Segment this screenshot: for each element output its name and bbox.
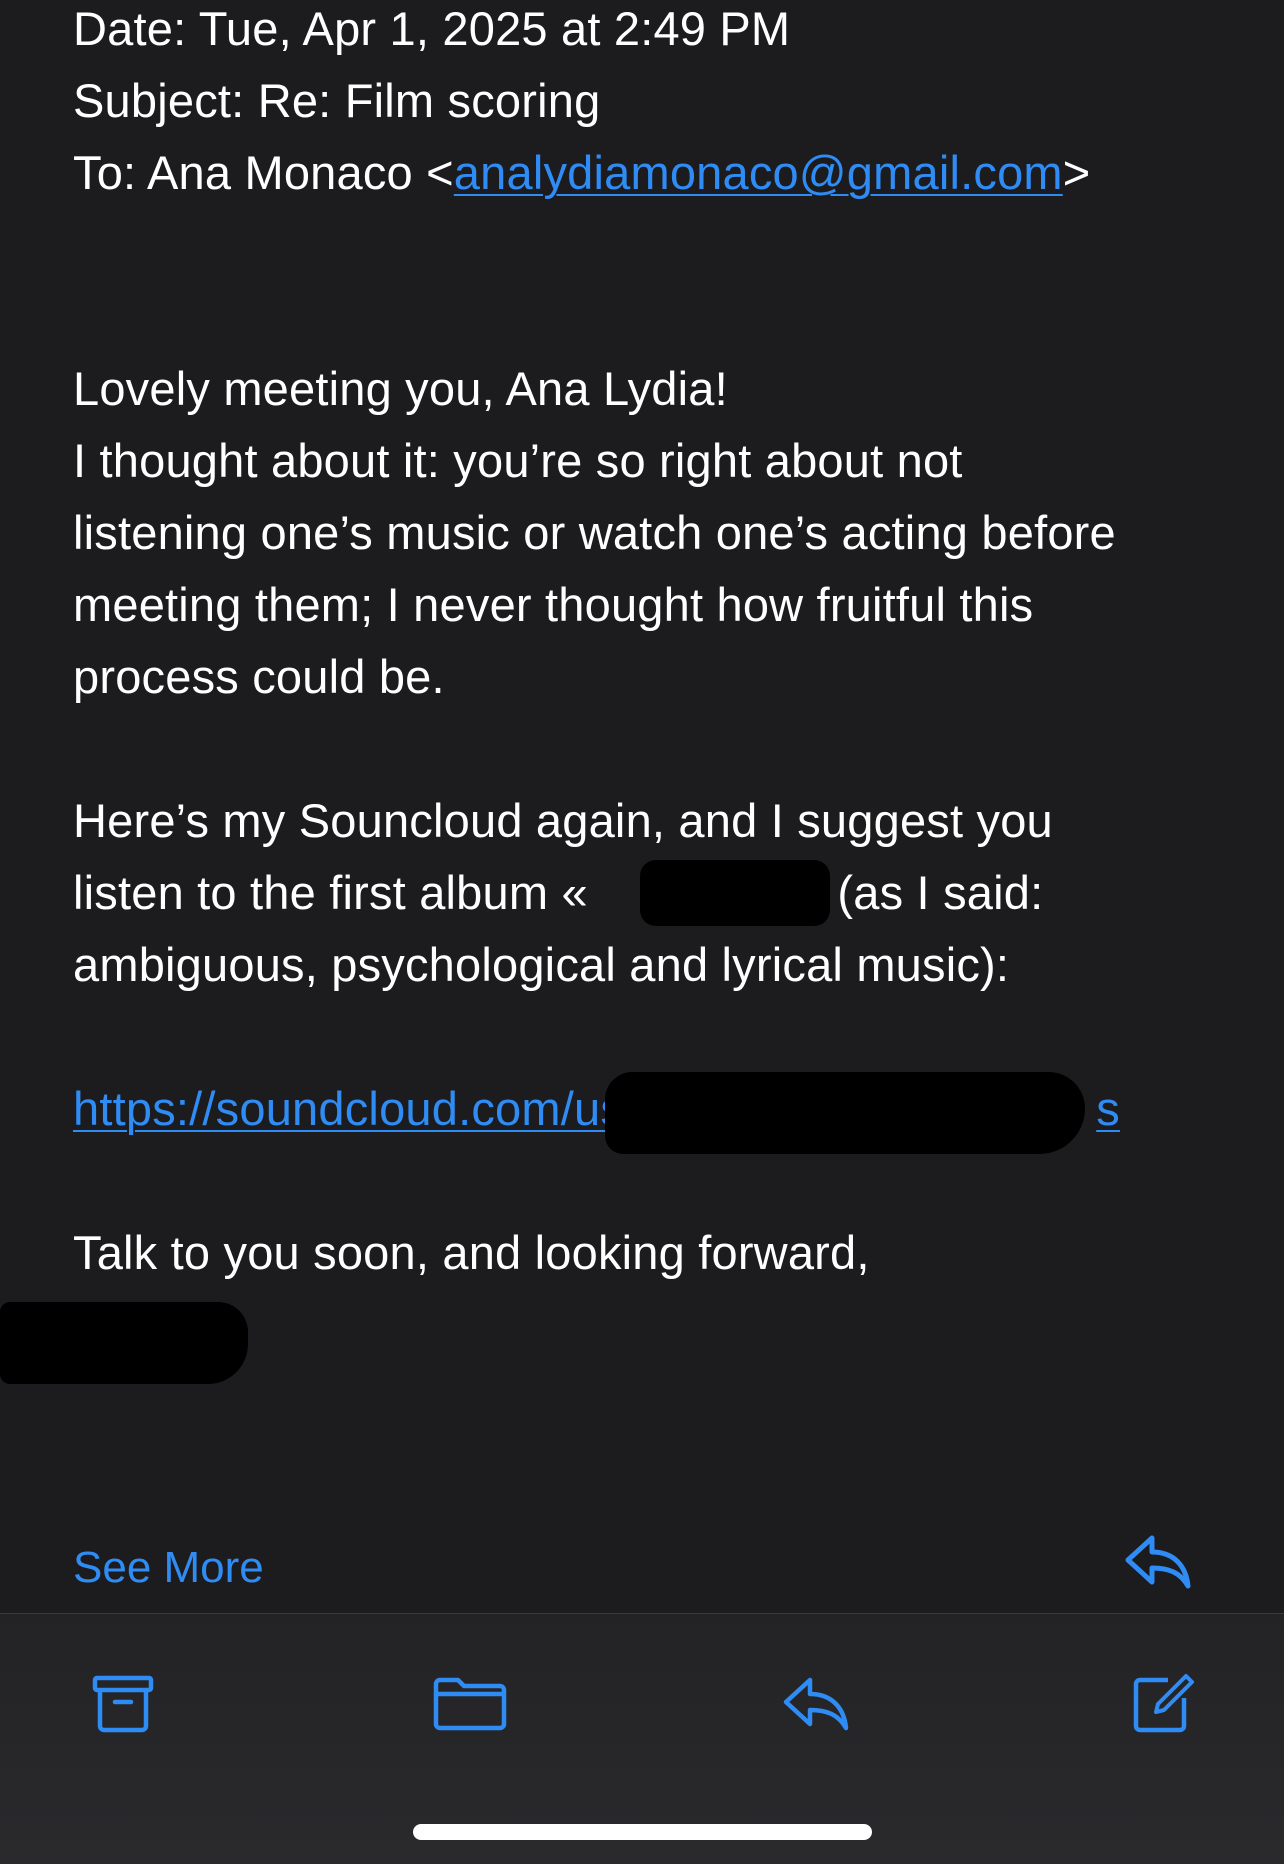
to-close: >	[1062, 146, 1091, 199]
archive-button[interactable]	[83, 1664, 163, 1744]
home-indicator[interactable]	[413, 1824, 872, 1840]
reply-icon[interactable]	[1122, 1532, 1194, 1592]
compose-icon	[1128, 1670, 1196, 1738]
move-folder-button[interactable]	[430, 1664, 510, 1744]
reply-icon	[780, 1672, 852, 1736]
album-text-end: » (as I said:	[797, 866, 1044, 919]
subject-label: Subject:	[73, 74, 245, 127]
greeting-text: Lovely meeting you, Ana Lydia!	[73, 362, 728, 415]
archive-icon	[91, 1672, 155, 1736]
compose-button[interactable]	[1122, 1664, 1202, 1744]
folder-icon	[432, 1672, 508, 1736]
to-line: To: Ana Monaco <analydiamonaco@gmail.com…	[73, 137, 1090, 209]
closing-text: Talk to you soon, and looking forward,	[73, 1226, 870, 1279]
body-text-line: I thought about it: you’re so right abou…	[73, 434, 963, 487]
body-text-line: Here’s my Souncloud again, and I suggest…	[73, 794, 1053, 847]
date-value: Tue, Apr 1, 2025 at 2:49 PM	[198, 2, 791, 55]
body-text-line: process could be.	[73, 650, 445, 703]
see-more-link[interactable]: See More	[73, 1543, 264, 1593]
body-text-line: ambiguous, psychological and lyrical mus…	[73, 938, 1010, 991]
email-body-view: Date: Tue, Apr 1, 2025 at 2:49 PM Subjec…	[0, 0, 1284, 1613]
link-text-end[interactable]: s	[1096, 1082, 1120, 1135]
redaction-signature	[0, 1302, 248, 1384]
subject-value: Re: Film scoring	[257, 74, 601, 127]
bottom-toolbar	[0, 1613, 1284, 1864]
subject-line: Subject: Re: Film scoring	[73, 65, 600, 137]
body-text-line: meeting them; I never thought how fruitf…	[73, 578, 1034, 631]
link-text-start[interactable]: https://soundcloud.com/user	[73, 1082, 666, 1135]
date-line: Date: Tue, Apr 1, 2025 at 2:49 PM	[73, 0, 790, 65]
to-email-link[interactable]: analydiamonaco@gmail.com	[454, 146, 1063, 199]
album-line: listen to the first album « » (as I said:	[73, 857, 1043, 929]
redaction-link-path	[605, 1072, 1085, 1154]
body-text-line: listening one’s music or watch one’s act…	[73, 506, 1116, 559]
album-text-start: listen to the first album «	[73, 866, 588, 919]
to-label: To:	[73, 146, 137, 199]
redaction-album-name	[640, 860, 830, 926]
reply-button[interactable]	[776, 1664, 856, 1744]
to-name: Ana Monaco <	[146, 146, 454, 199]
date-label: Date:	[73, 2, 187, 55]
